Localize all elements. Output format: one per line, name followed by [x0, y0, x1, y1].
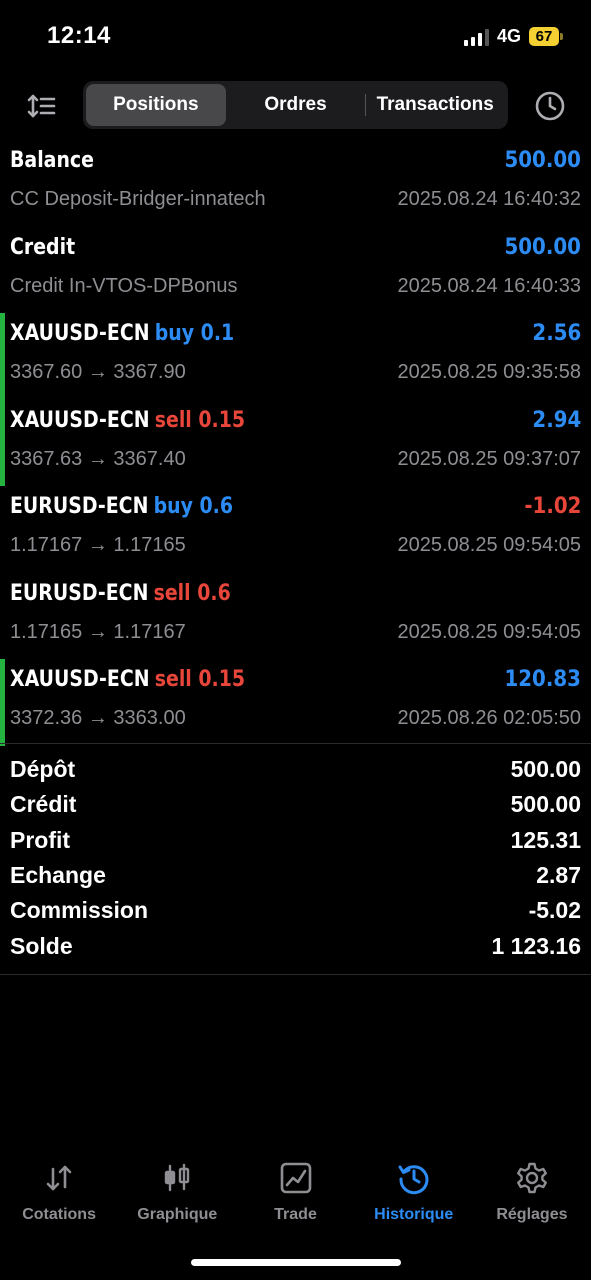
summary-label: Commission	[10, 897, 149, 924]
history-entry[interactable]: Balance 500.00 CC Deposit-Bridger-innate…	[0, 140, 591, 227]
tab-transactions[interactable]: Transactions	[365, 84, 505, 126]
summary-label: Echange	[10, 862, 106, 889]
sort-icon	[27, 94, 56, 118]
summary-row-deposit: Dépôt 500.00	[0, 752, 591, 787]
status-bar: 12:14 4G 67	[0, 0, 591, 70]
tab-chart[interactable]: Graphique	[118, 1160, 236, 1230]
entry-prices: 3372.36 → 3363.00	[10, 707, 186, 729]
entry-time: 2025.08.25 09:54:05	[397, 534, 581, 556]
history-list: Balance 500.00 CC Deposit-Bridger-innate…	[0, 140, 591, 746]
entry-title: XAUUSD-ECN sell 0.15	[10, 408, 245, 433]
history-segmented-control: Positions Ordres Transactions	[83, 81, 508, 129]
entry-title: XAUUSD-ECN buy 0.1	[10, 321, 234, 346]
entry-prices: 3367.63 → 3367.40	[10, 447, 186, 470]
history-entry[interactable]: EURUSD-ECN sell 0.6 1.17165 → 1.17167 202…	[0, 573, 591, 660]
summary-row-credit: Crédit 500.00	[0, 787, 591, 822]
summary-label: Crédit	[10, 791, 77, 818]
entry-comment: Credit In-VTOS-DPBonus	[10, 274, 238, 297]
tab-settings[interactable]: Réglages	[473, 1160, 591, 1230]
entry-prices: 3367.60 → 3367.90	[10, 361, 186, 383]
entry-symbol: XAUUSD-ECN	[10, 407, 150, 433]
entry-amount: -1.02	[523, 494, 581, 519]
bottom-tab-bar: Cotations Graphique Trade Historique Rég…	[0, 1160, 591, 1230]
tab-label: Graphique	[137, 1206, 218, 1223]
entry-time: 2025.08.25 09:35:58	[397, 361, 581, 383]
tab-label: Réglages	[496, 1206, 568, 1223]
history-toolbar: Positions Ordres Transactions	[0, 80, 591, 130]
tab-history[interactable]: Historique	[355, 1160, 473, 1230]
entry-time: 2025.08.26 02:05:50	[397, 707, 581, 729]
entry-amount: 2.94	[532, 407, 581, 433]
history-entry[interactable]: Credit 500.00 Credit In-VTOS-DPBonus 202…	[0, 227, 591, 314]
tab-positions[interactable]: Positions	[86, 84, 226, 126]
battery-icon: 67	[529, 27, 563, 46]
signal-strength-icon	[463, 28, 489, 46]
entry-comment: CC Deposit-Bridger-innatech	[10, 188, 266, 210]
entry-side: sell 0.15	[154, 667, 246, 692]
summary-label: Profit	[10, 826, 71, 853]
entry-side: sell 0.15	[154, 407, 246, 433]
entry-side: buy 0.6	[153, 494, 234, 519]
entry-prices: 1.17167 → 1.17165	[10, 534, 186, 556]
summary-value: 1 123.16	[491, 932, 581, 959]
account-summary: Dépôt 500.00 Crédit 500.00 Profit 125.31…	[0, 743, 591, 975]
summary-value: 500.00	[510, 756, 581, 783]
history-entry[interactable]: EURUSD-ECN buy 0.6 -1.02 1.17167 → 1.1716…	[0, 486, 591, 573]
entry-amount: 2.56	[532, 321, 581, 346]
entry-time: 2025.08.25 09:54:05	[397, 620, 581, 643]
tab-orders[interactable]: Ordres	[226, 84, 366, 126]
entry-side: sell 0.6	[153, 580, 231, 606]
summary-label: Dépôt	[10, 756, 76, 783]
summary-label: Solde	[10, 932, 73, 959]
settings-gear-icon	[516, 1162, 547, 1194]
tab-quotes[interactable]: Cotations	[0, 1160, 118, 1230]
clock-icon	[535, 91, 565, 121]
tab-label: Cotations	[22, 1206, 96, 1223]
history-entry[interactable]: XAUUSD-ECN sell 0.15 2.94 3367.63 → 3367.…	[0, 399, 591, 487]
entry-title: XAUUSD-ECN sell 0.15	[10, 667, 245, 692]
trade-chart-icon	[280, 1162, 311, 1194]
entry-side: buy 0.1	[154, 321, 235, 346]
status-time: 12:14	[47, 22, 111, 49]
entry-symbol: XAUUSD-ECN	[10, 321, 150, 346]
candlestick-chart-icon	[165, 1163, 190, 1192]
network-type: 4G	[496, 26, 521, 46]
entry-amount: 120.83	[504, 667, 581, 692]
entry-title: EURUSD-ECN buy 0.6	[10, 494, 233, 519]
history-clock-icon	[398, 1165, 429, 1195]
quotes-arrows-icon	[46, 1165, 72, 1191]
entry-symbol: XAUUSD-ECN	[10, 667, 150, 692]
entry-title: Credit	[10, 234, 76, 260]
entry-title: EURUSD-ECN sell 0.6	[10, 581, 231, 606]
period-button[interactable]	[532, 88, 568, 124]
entry-symbol: EURUSD-ECN	[10, 580, 149, 606]
entry-symbol: EURUSD-ECN	[10, 494, 149, 519]
summary-value: -5.02	[528, 897, 581, 924]
history-entry[interactable]: XAUUSD-ECN sell 0.15 120.83 3372.36 → 336…	[0, 659, 591, 746]
tab-label: Historique	[374, 1206, 454, 1223]
entry-time: 2025.08.24 16:40:32	[397, 188, 581, 210]
home-indicator	[191, 1259, 401, 1266]
battery-level: 67	[529, 27, 559, 46]
summary-row-commission: Commission -5.02	[0, 893, 591, 928]
entry-amount: 500.00	[504, 234, 581, 260]
entry-amount: 500.00	[504, 148, 581, 173]
history-entry[interactable]: XAUUSD-ECN buy 0.1 2.56 3367.60 → 3367.90…	[0, 313, 591, 400]
summary-row-swap: Echange 2.87	[0, 858, 591, 893]
entry-time: 2025.08.25 09:37:07	[397, 447, 581, 470]
summary-row-profit: Profit 125.31	[0, 823, 591, 858]
entry-time: 2025.08.24 16:40:33	[397, 274, 581, 297]
entry-title: Balance	[10, 148, 94, 173]
summary-value: 125.31	[510, 826, 581, 853]
summary-value: 2.87	[536, 862, 581, 889]
tab-trade[interactable]: Trade	[236, 1160, 354, 1230]
entry-prices: 1.17165 → 1.17167	[10, 620, 186, 643]
tab-label: Trade	[274, 1206, 317, 1223]
sort-button[interactable]	[24, 88, 60, 124]
summary-row-balance: Solde 1 123.16	[0, 928, 591, 963]
status-indicators: 4G 67	[463, 26, 563, 47]
summary-value: 500.00	[510, 791, 581, 818]
